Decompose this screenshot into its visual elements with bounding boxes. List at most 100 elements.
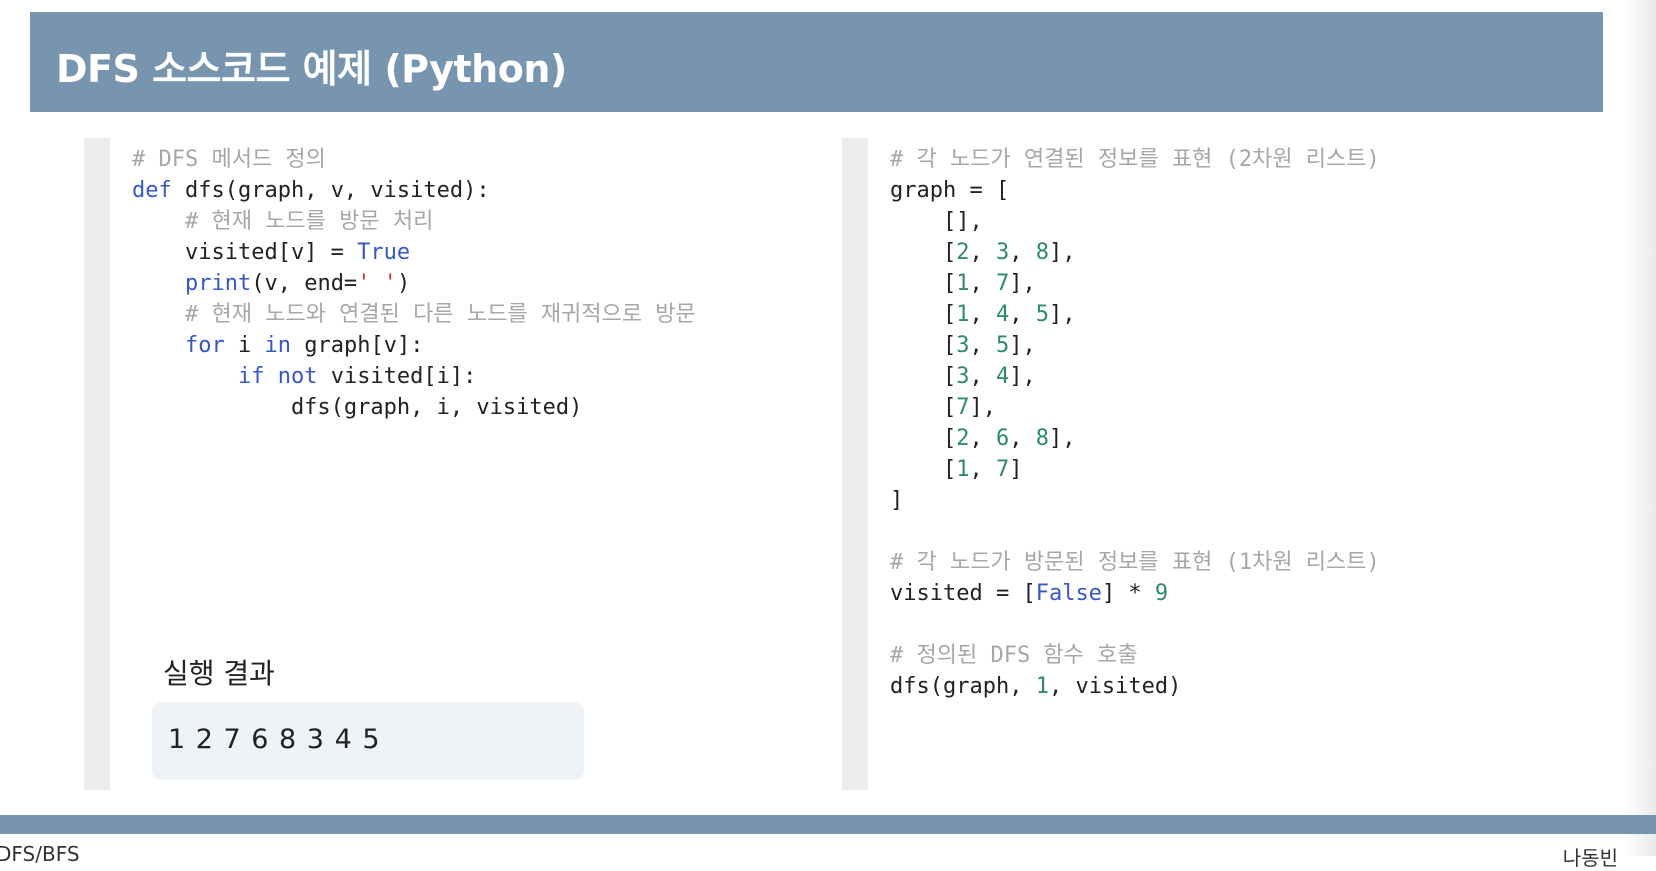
- code-token: for: [184, 333, 225, 358]
- code-token: [: [890, 457, 957, 482]
- code-token: in: [264, 333, 291, 358]
- code-token: ],: [1048, 240, 1076, 265]
- code-token: ,: [969, 240, 996, 265]
- code-token: 2: [956, 240, 970, 265]
- code-token: ,: [969, 333, 996, 358]
- code-line: dfs(graph, i, visited): [132, 392, 696, 423]
- code-line: # 각 노드가 연결된 정보를 표현 (2차원 리스트): [890, 144, 1380, 175]
- code-token: 9: [1154, 581, 1169, 606]
- code-panel-gutter: [84, 138, 110, 790]
- code-token: 8: [1035, 426, 1049, 451]
- code-token: [: [890, 364, 957, 389]
- code-token: 5: [995, 333, 1010, 358]
- code-line: [1, 7],: [890, 268, 1380, 299]
- code-token: [: [890, 271, 957, 296]
- code-token: i: [224, 333, 265, 358]
- code-panel-gutter: [842, 138, 868, 790]
- code-comment: # 현재 노드와 연결된 다른 노드를 재귀적으로 방문: [184, 302, 696, 327]
- code-token: ]: [1009, 457, 1023, 482]
- code-token: 3: [956, 364, 970, 389]
- code-comment: # 정의된 DFS 함수 호출: [890, 643, 1138, 668]
- code-comment: # 현재 노드를 방문 처리: [184, 209, 434, 234]
- code-token: ] *: [1101, 581, 1155, 606]
- result-label: 실행 결과: [163, 657, 275, 690]
- footer-author: 나동빈: [1562, 846, 1618, 870]
- code-line: # 현재 노드와 연결된 다른 노드를 재귀적으로 방문: [132, 299, 696, 330]
- code-token: 4: [995, 302, 1010, 327]
- code-token: (v, end=: [251, 271, 358, 296]
- code-line: visited[v] = True: [132, 237, 696, 268]
- code-line: [7],: [890, 392, 1380, 423]
- code-token: 8: [1035, 240, 1049, 265]
- code-line: [2, 3, 8],: [890, 237, 1380, 268]
- code-token: ,: [969, 426, 996, 451]
- code-comment: # 각 노드가 연결된 정보를 표현 (2차원 리스트): [890, 147, 1380, 172]
- code-line: for i in graph[v]:: [132, 330, 696, 361]
- code-token: [: [890, 240, 957, 265]
- code-token: graph = [: [890, 178, 1010, 203]
- code-line: graph = [: [890, 175, 1380, 206]
- code-token: dfs(graph, i, visited): [132, 395, 583, 420]
- code-token: dfs(graph, v, visited):: [171, 178, 490, 203]
- code-line: # 정의된 DFS 함수 호출: [890, 640, 1380, 671]
- code-token: ,: [1009, 302, 1036, 327]
- code-line: if not visited[i]:: [132, 361, 696, 392]
- code-token: def: [132, 178, 172, 203]
- code-token: 7: [956, 395, 970, 420]
- code-token: 7: [995, 457, 1010, 482]
- code-line: print(v, end=' '): [132, 268, 696, 299]
- code-token: 6: [995, 426, 1010, 451]
- code-token: if not: [237, 364, 318, 389]
- graph-setup-code-panel: # 각 노드가 연결된 정보를 표현 (2차원 리스트) graph = [ []…: [842, 138, 1582, 790]
- code-token: 4: [995, 364, 1010, 389]
- code-line: # 현재 노드를 방문 처리: [132, 206, 696, 237]
- footer-bar: [0, 815, 1656, 834]
- code-token: True: [357, 240, 411, 265]
- code-token: ' ': [357, 271, 397, 296]
- code-line: [1, 4, 5],: [890, 299, 1380, 330]
- code-token: ,: [1009, 240, 1036, 265]
- code-line: # DFS 메서드 정의: [132, 144, 696, 175]
- code-token: ],: [1009, 364, 1036, 389]
- code-token: visited[v] =: [132, 240, 358, 265]
- code-token: ,: [969, 302, 996, 327]
- code-line: [3, 4],: [890, 361, 1380, 392]
- code-token: , visited): [1048, 674, 1182, 699]
- code-token: 3: [956, 333, 970, 358]
- code-token: dfs(graph,: [890, 674, 1036, 699]
- code-comment: # 각 노드가 방문된 정보를 표현 (1차원 리스트): [890, 550, 1380, 575]
- result-value: 1 2 7 6 8 3 4 5: [168, 724, 381, 755]
- code-lines: # DFS 메서드 정의 def dfs(graph, v, visited): …: [132, 144, 696, 423]
- slide-title: DFS 소스코드 예제 (Python): [56, 47, 567, 91]
- code-line: def dfs(graph, v, visited):: [132, 175, 696, 206]
- title-bar: DFS 소스코드 예제 (Python): [30, 12, 1603, 112]
- code-line: [],: [890, 206, 1380, 237]
- code-token: [: [890, 333, 957, 358]
- right-edge-shadow: [1624, 0, 1656, 856]
- code-token: ],: [1009, 271, 1036, 296]
- code-token: ,: [969, 364, 996, 389]
- code-token: 1: [956, 457, 970, 482]
- dfs-function-code-panel: # DFS 메서드 정의 def dfs(graph, v, visited): …: [84, 138, 824, 790]
- code-token: print: [184, 271, 252, 296]
- code-token: 1: [956, 271, 970, 296]
- code-line: [2, 6, 8],: [890, 423, 1380, 454]
- code-token: ,: [1009, 426, 1036, 451]
- code-token: ],: [1048, 302, 1076, 327]
- code-token: visited = [: [890, 581, 1036, 606]
- result-box: 1 2 7 6 8 3 4 5: [152, 702, 584, 780]
- code-token: False: [1035, 581, 1102, 606]
- code-token: ],: [969, 395, 996, 420]
- code-token: ,: [969, 457, 996, 482]
- code-token: ,: [969, 271, 996, 296]
- code-token: 3: [995, 240, 1010, 265]
- code-line: [3, 5],: [890, 330, 1380, 361]
- code-token: graph[v]:: [290, 333, 424, 358]
- code-comment: # DFS 메서드 정의: [132, 147, 326, 172]
